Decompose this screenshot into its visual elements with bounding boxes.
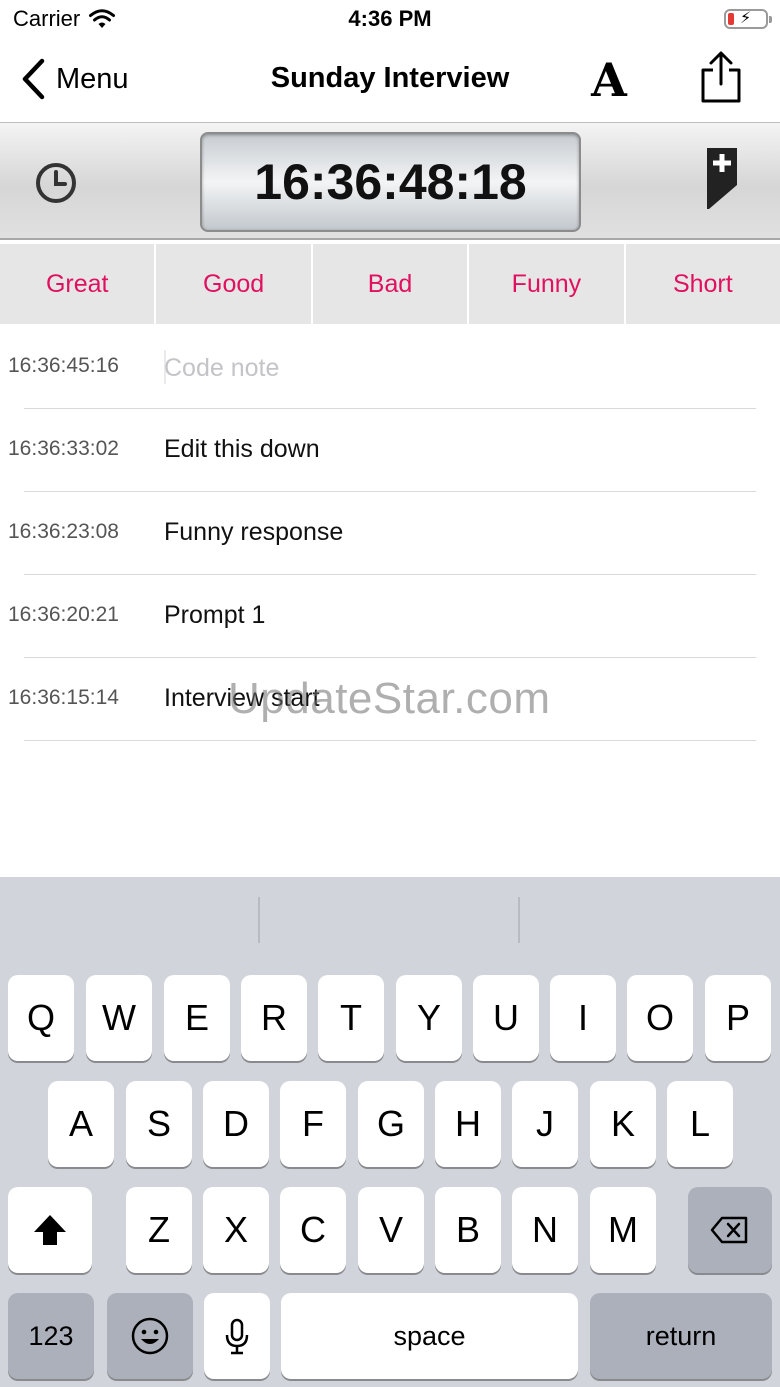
page-title: Sunday Interview: [270, 62, 510, 94]
dictation-key[interactable]: [204, 1293, 270, 1379]
status-time: 4:36 PM: [348, 6, 432, 31]
key-r[interactable]: R: [241, 975, 307, 1061]
note-text: Prompt 1: [164, 601, 266, 629]
key-h[interactable]: H: [435, 1081, 501, 1167]
microphone-icon: [225, 1318, 249, 1355]
key-j[interactable]: J: [512, 1081, 578, 1167]
key-t[interactable]: T: [318, 975, 384, 1061]
key-v[interactable]: V: [358, 1187, 424, 1273]
emoji-key[interactable]: [107, 1293, 193, 1379]
font-button[interactable]: A: [588, 52, 630, 108]
key-z[interactable]: Z: [126, 1187, 192, 1273]
key-e[interactable]: E: [164, 975, 230, 1061]
list-item[interactable]: 16:36:20:21 Prompt 1: [0, 575, 780, 658]
timecode-display: 16:36:48:18: [200, 132, 581, 232]
key-f[interactable]: F: [280, 1081, 346, 1167]
quick-code-bar: Great Good Bad Funny Short: [0, 244, 780, 324]
numbers-key[interactable]: 123: [8, 1293, 94, 1379]
list-item[interactable]: 16:36:45:16: [0, 326, 780, 409]
battery-charging-icon: ⚡: [724, 9, 772, 29]
battery-level: [728, 13, 734, 25]
note-text: Funny response: [164, 518, 344, 546]
code-note-input[interactable]: [164, 348, 724, 388]
key-x[interactable]: X: [203, 1187, 269, 1273]
bolt-icon: ⚡: [740, 10, 752, 27]
key-y[interactable]: Y: [396, 975, 462, 1061]
note-text: Edit this down: [164, 435, 320, 463]
key-a[interactable]: A: [48, 1081, 114, 1167]
note-timecode: 16:36:45:16: [8, 354, 119, 377]
key-c[interactable]: C: [280, 1187, 346, 1273]
space-key[interactable]: space: [281, 1293, 578, 1379]
chevron-left-icon: [22, 58, 45, 100]
key-m[interactable]: M: [590, 1187, 656, 1273]
key-b[interactable]: B: [435, 1187, 501, 1273]
keyboard: Q W E R T Y U I O P A S D F G H J K L Z …: [0, 877, 780, 1387]
key-n[interactable]: N: [512, 1187, 578, 1273]
timecode-bar: 16:36:48:18: [0, 122, 780, 240]
clock-icon[interactable]: [34, 161, 78, 205]
list-item[interactable]: 16:36:23:08 Funny response: [0, 492, 780, 575]
code-button-good[interactable]: Good: [156, 244, 311, 324]
nav-bar: Menu Sunday Interview A: [0, 40, 780, 122]
divider: [518, 897, 520, 943]
status-bar: Carrier 4:36 PM ⚡: [0, 0, 780, 40]
key-s[interactable]: S: [126, 1081, 192, 1167]
key-u[interactable]: U: [473, 975, 539, 1061]
watermark: UpdateStar.com: [228, 674, 551, 723]
key-k[interactable]: K: [590, 1081, 656, 1167]
code-button-bad[interactable]: Bad: [312, 244, 468, 324]
back-button[interactable]: Menu: [20, 56, 129, 102]
note-timecode: 16:36:23:08: [8, 520, 119, 543]
note-timecode: 16:36:33:02: [8, 437, 119, 460]
key-o[interactable]: O: [627, 975, 693, 1061]
shift-icon: [34, 1215, 66, 1245]
key-d[interactable]: D: [203, 1081, 269, 1167]
code-button-short[interactable]: Short: [625, 244, 780, 324]
emoji-icon: [131, 1317, 169, 1355]
delete-key[interactable]: [688, 1187, 772, 1273]
divider: [258, 897, 260, 943]
list-item[interactable]: 16:36:33:02 Edit this down: [0, 409, 780, 492]
divider: [24, 740, 756, 741]
code-button-funny[interactable]: Funny: [469, 244, 624, 324]
note-timecode: 16:36:15:14: [8, 686, 119, 709]
key-l[interactable]: L: [667, 1081, 733, 1167]
backspace-icon: [710, 1216, 748, 1244]
key-p[interactable]: P: [705, 975, 771, 1061]
back-button-label: Menu: [56, 62, 129, 95]
key-w[interactable]: W: [86, 975, 152, 1061]
marker-plus-icon[interactable]: [704, 145, 740, 211]
key-g[interactable]: G: [358, 1081, 424, 1167]
return-key[interactable]: return: [590, 1293, 772, 1379]
code-button-great[interactable]: Great: [0, 244, 155, 324]
note-timecode: 16:36:20:21: [8, 603, 119, 626]
share-icon[interactable]: [696, 50, 746, 106]
shift-key[interactable]: [8, 1187, 92, 1273]
key-i[interactable]: I: [550, 975, 616, 1061]
key-q[interactable]: Q: [8, 975, 74, 1061]
predictive-bar: [0, 877, 780, 961]
